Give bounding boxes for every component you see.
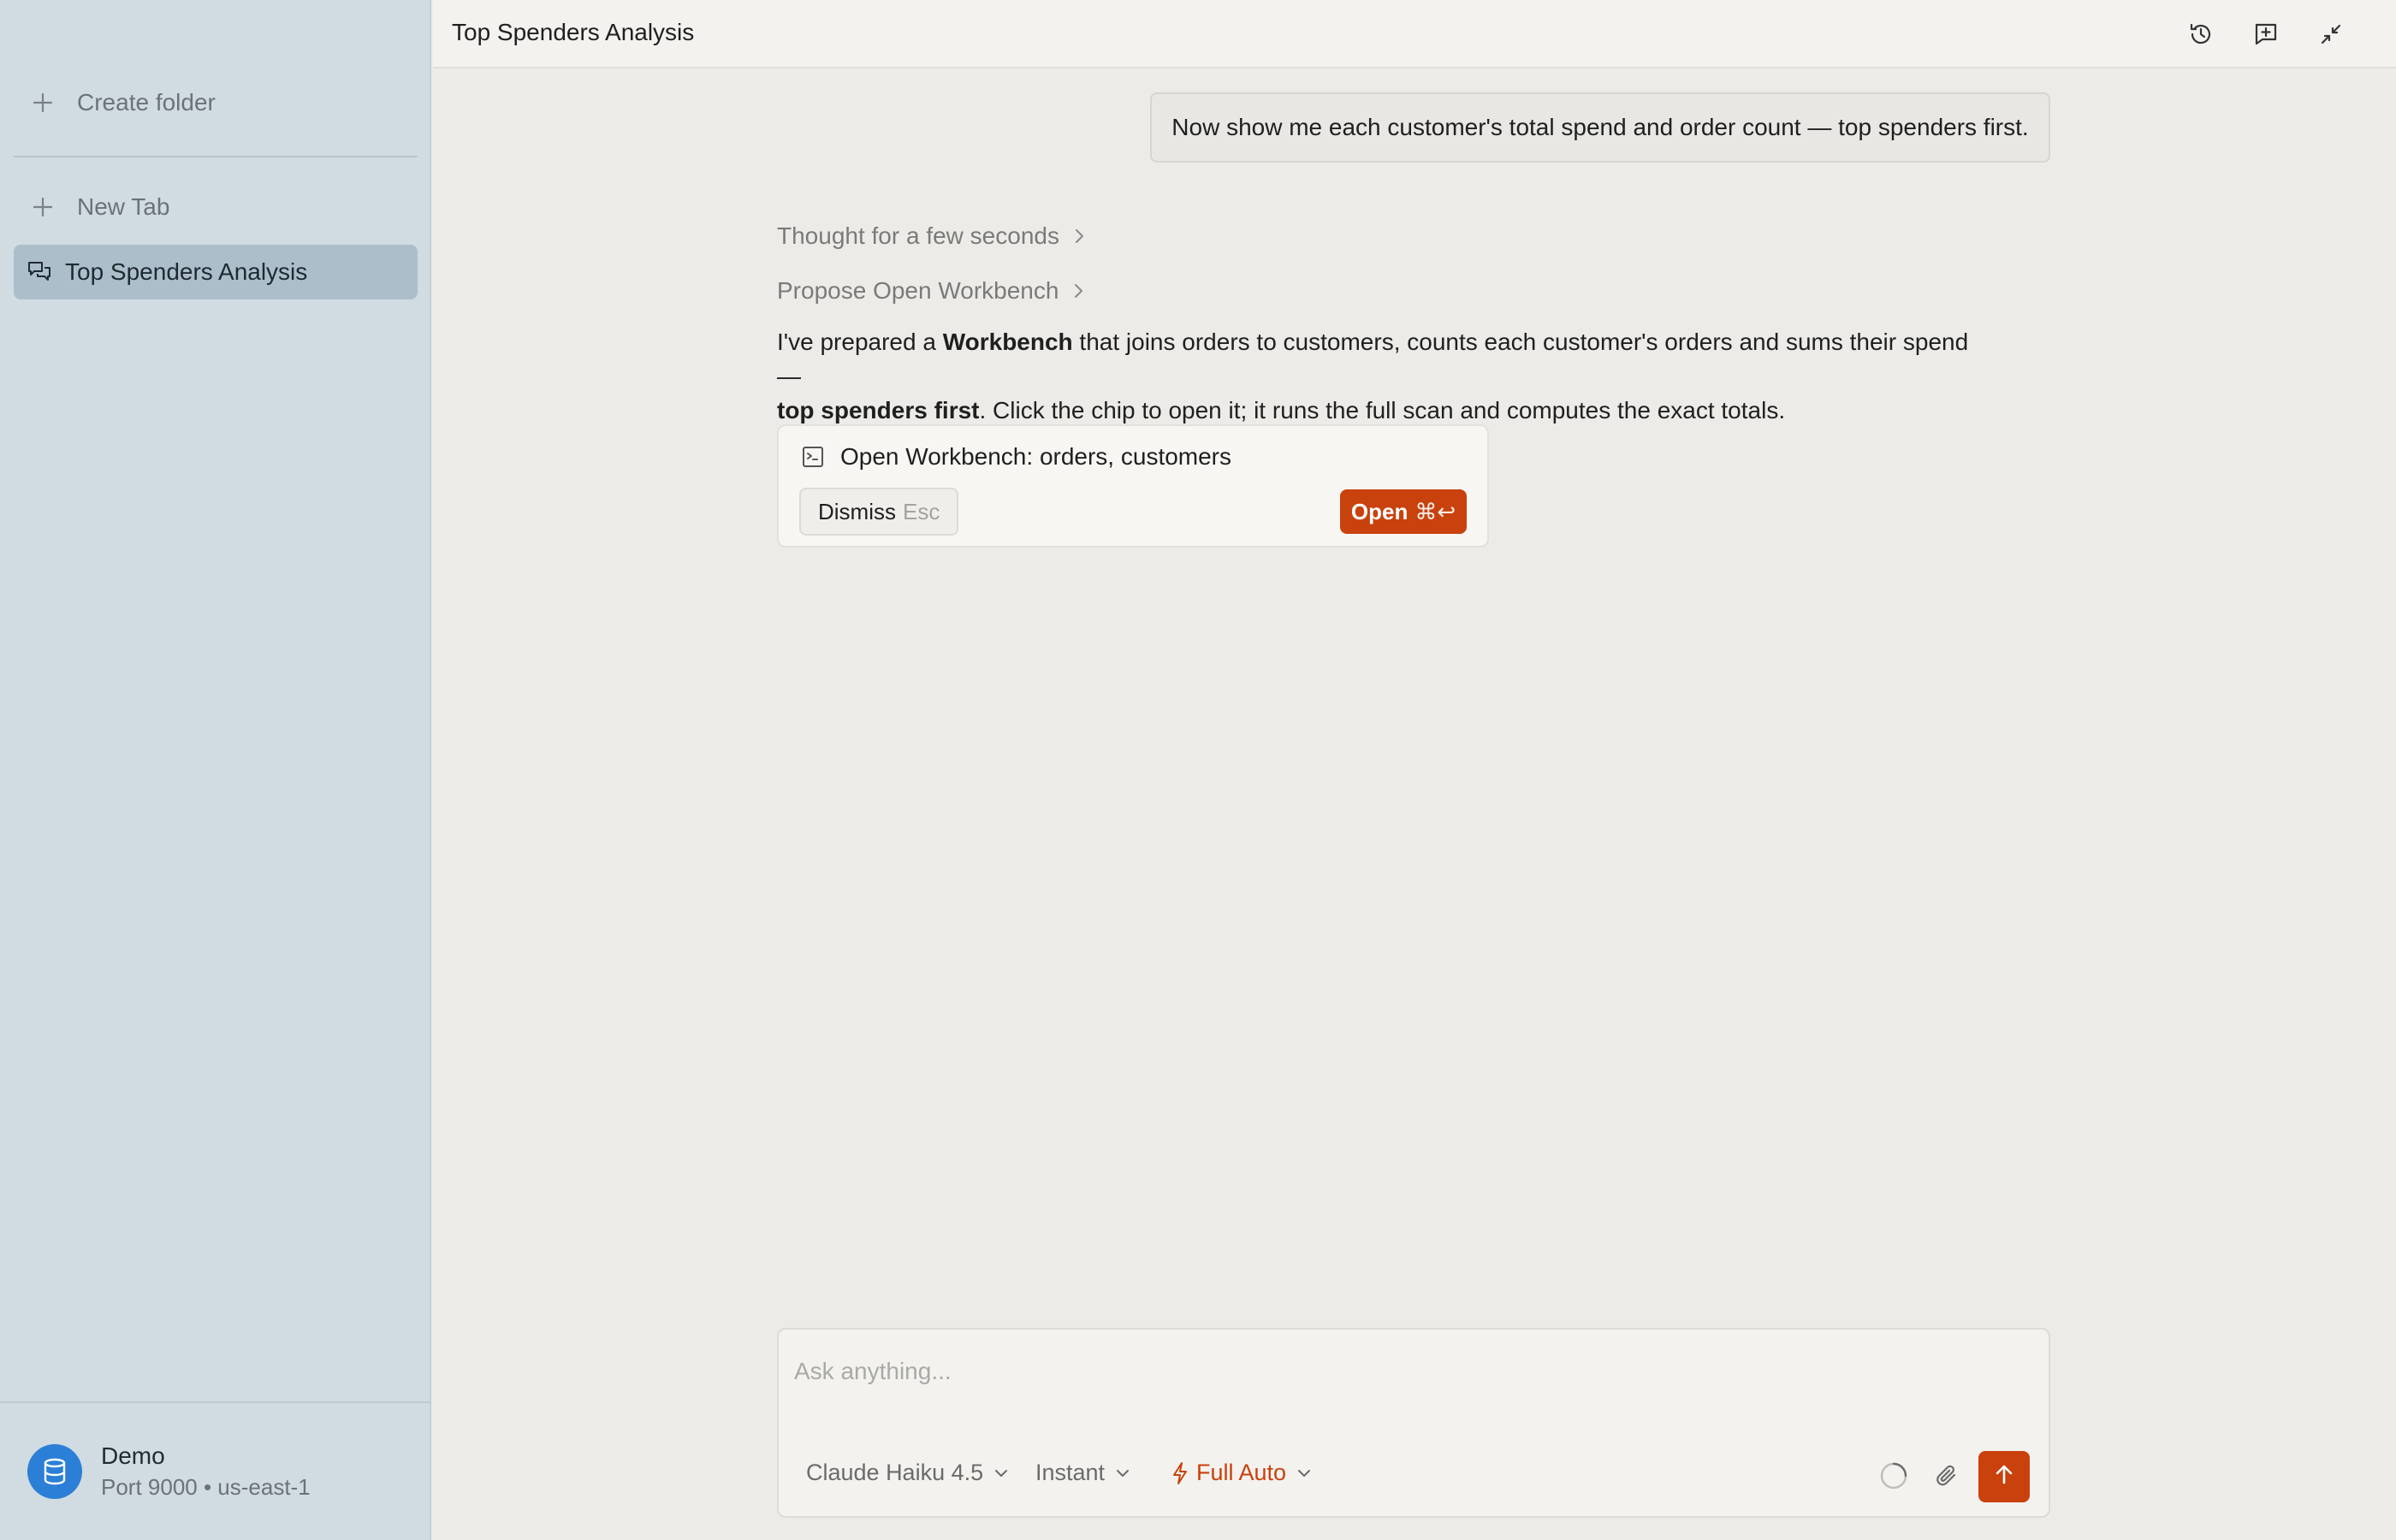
collapse-icon[interactable] bbox=[2314, 17, 2348, 51]
workbench-chip[interactable]: Open Workbench: orders, customers Dismis… bbox=[777, 424, 1489, 548]
assistant-message: I've prepared a Workbench that joins ord… bbox=[777, 325, 1992, 428]
loading-spinner-icon bbox=[1876, 1458, 1912, 1494]
thought-step-label: Thought for a few seconds bbox=[777, 222, 1059, 249]
new-tab-label: New Tab bbox=[77, 193, 170, 220]
new-chat-icon[interactable] bbox=[2249, 17, 2283, 51]
assistant-bold-workbench: Workbench bbox=[942, 329, 1073, 355]
mode-selector[interactable]: Full Auto bbox=[1171, 1460, 1314, 1486]
page-title: Top Spenders Analysis bbox=[452, 19, 695, 45]
propose-step[interactable]: Propose Open Workbench bbox=[777, 277, 1086, 305]
assistant-bold-top-spenders: top spenders first bbox=[777, 397, 980, 424]
sidebar-item-label: Top Spenders Analysis bbox=[65, 258, 308, 285]
model-selector[interactable]: Claude Haiku 4.5 bbox=[806, 1460, 1011, 1486]
open-label: Open bbox=[1350, 498, 1409, 524]
dismiss-button[interactable]: Dismiss Esc bbox=[799, 488, 959, 536]
account-name: Demo bbox=[101, 1442, 165, 1469]
chip-title: Open Workbench: orders, customers bbox=[840, 443, 1232, 470]
lightning-icon bbox=[1171, 1461, 1189, 1485]
chat-bubbles-icon bbox=[26, 258, 53, 286]
speed-label: Instant bbox=[1035, 1460, 1106, 1485]
terminal-icon bbox=[801, 445, 825, 469]
account-subtitle: Port 9000 • us-east-1 bbox=[101, 1474, 311, 1500]
arrow-up-icon bbox=[1992, 1463, 2016, 1491]
composer: Claude Haiku 4.5 Instant Full Auto bbox=[777, 1328, 2050, 1518]
chip-header: Open Workbench: orders, customers bbox=[801, 443, 1231, 471]
sidebar-divider bbox=[0, 1401, 431, 1403]
database-icon bbox=[27, 1444, 82, 1499]
assistant-text-part: I've prepared a bbox=[777, 329, 943, 355]
open-shortcut: ⌘↩ bbox=[1414, 498, 1456, 524]
thought-step[interactable]: Thought for a few seconds bbox=[777, 222, 1087, 250]
user-message-text: Now show me each customer's total spend … bbox=[1171, 114, 2029, 140]
chevron-down-icon bbox=[1295, 1464, 1314, 1483]
chevron-down-icon bbox=[992, 1464, 1011, 1483]
message-input[interactable] bbox=[794, 1350, 2026, 1393]
chevron-right-icon bbox=[1070, 281, 1086, 300]
create-folder-button[interactable]: Create folder bbox=[14, 75, 418, 130]
user-message: Now show me each customer's total spend … bbox=[1150, 92, 2050, 163]
sidebar: Create folder New Tab Top Spenders Analy… bbox=[0, 0, 431, 1540]
header-bar: Top Spenders Analysis bbox=[433, 0, 2396, 68]
assistant-text-part: . Click the chip to open it; it runs the… bbox=[979, 397, 1786, 424]
open-button[interactable]: Open ⌘↩ bbox=[1340, 489, 1467, 534]
dismiss-shortcut: Esc bbox=[903, 498, 940, 524]
model-label: Claude Haiku 4.5 bbox=[806, 1460, 984, 1485]
create-folder-label: Create folder bbox=[77, 89, 216, 116]
propose-step-label: Propose Open Workbench bbox=[777, 277, 1059, 304]
new-tab-button[interactable]: New Tab bbox=[14, 180, 418, 234]
chevron-down-icon bbox=[1113, 1464, 1132, 1483]
plus-icon bbox=[29, 193, 56, 221]
speed-selector[interactable]: Instant bbox=[1035, 1460, 1132, 1486]
history-icon[interactable] bbox=[2184, 17, 2218, 51]
plus-icon bbox=[29, 89, 56, 116]
mode-label: Full Auto bbox=[1196, 1460, 1287, 1485]
paperclip-icon[interactable] bbox=[1929, 1458, 1965, 1494]
send-button[interactable] bbox=[1978, 1451, 2030, 1502]
chevron-right-icon bbox=[1071, 227, 1087, 246]
sidebar-item-top-spenders-analysis[interactable]: Top Spenders Analysis bbox=[14, 245, 418, 299]
dismiss-label: Dismiss bbox=[818, 498, 896, 524]
sidebar-divider bbox=[14, 156, 418, 157]
account-switcher[interactable]: Demo Port 9000 • us-east-1 bbox=[27, 1441, 311, 1502]
